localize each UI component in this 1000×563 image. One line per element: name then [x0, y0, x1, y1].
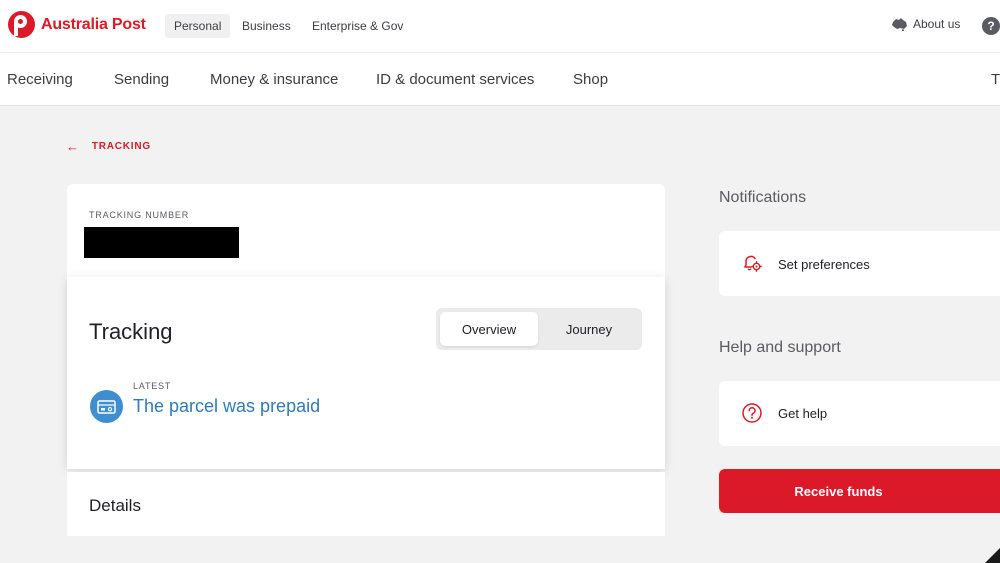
bell-gear-icon [744, 255, 762, 272]
brand-name: Australia Post [41, 15, 146, 33]
tracking-title: Tracking [89, 319, 173, 344]
help-support-heading: Help and support [719, 339, 841, 356]
resize-corner-icon [985, 548, 1000, 563]
tracking-status-card: Tracking Overview Journey LATEST The par… [67, 277, 665, 469]
top-bar: Australia Post Personal Business Enterpr… [0, 0, 1000, 52]
prepaid-card-icon [90, 390, 123, 423]
tracking-number-card: TRACKING NUMBER [67, 184, 665, 280]
nav-sending[interactable]: Sending [114, 71, 169, 88]
help-circle-icon[interactable]: ? [982, 17, 1000, 35]
arrow-left-icon: ← [66, 139, 80, 154]
nav-money-insurance[interactable]: Money & insurance [210, 71, 338, 88]
segment-enterprise-gov[interactable]: Enterprise & Gov [303, 14, 412, 38]
set-preferences-label: Set preferences [778, 257, 870, 272]
segment-personal[interactable]: Personal [165, 14, 231, 38]
australia-map-icon [892, 18, 907, 31]
question-circle-icon [742, 403, 762, 423]
tab-overview[interactable]: Overview [440, 312, 538, 346]
tracking-view-toggle: Overview Journey [436, 308, 642, 350]
about-us-label: About us [913, 17, 961, 31]
latest-status: The parcel was prepaid [133, 396, 321, 416]
get-help-card[interactable]: Get help [719, 381, 1000, 446]
nav-overflow-item[interactable]: T [991, 71, 1000, 88]
tracking-number-redacted [84, 227, 239, 258]
details-title: Details [89, 496, 141, 515]
nav-id-document-services[interactable]: ID & document services [376, 71, 534, 88]
segment-business[interactable]: Business [233, 14, 300, 38]
nav-receiving[interactable]: Receiving [7, 71, 73, 88]
get-help-label: Get help [778, 406, 828, 421]
australia-post-logo-icon [8, 11, 35, 38]
about-us-link[interactable]: About us [891, 17, 960, 31]
tracking-number-label: TRACKING NUMBER [89, 210, 190, 220]
latest-label: LATEST [133, 381, 172, 391]
australia-post-logo[interactable]: Australia Post [8, 11, 146, 38]
nav-shop[interactable]: Shop [573, 71, 608, 88]
details-card[interactable]: Details [67, 472, 665, 536]
tab-journey[interactable]: Journey [540, 312, 638, 346]
receive-funds-button[interactable]: Receive funds [719, 469, 1000, 513]
back-to-tracking-link[interactable]: ← TRACKING [66, 139, 151, 154]
back-link-label: TRACKING [91, 141, 151, 152]
main-nav: Receiving Sending Money & insurance ID &… [0, 52, 1000, 106]
notifications-heading: Notifications [719, 189, 807, 206]
set-preferences-card[interactable]: Set preferences [719, 231, 1000, 296]
